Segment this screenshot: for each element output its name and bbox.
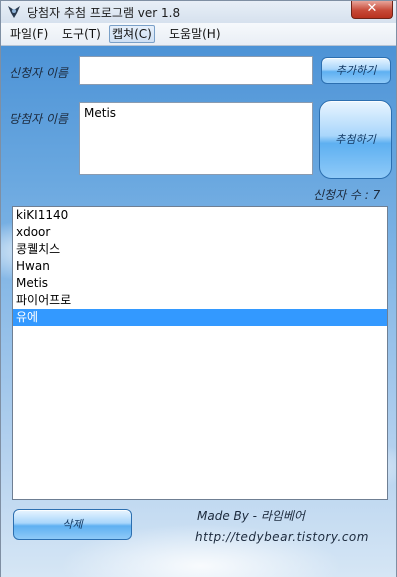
winner-name-box[interactable]: Metis bbox=[79, 102, 313, 175]
author-url[interactable]: http://tedybear.tistory.com bbox=[195, 530, 369, 544]
list-item-selected[interactable]: 유에 bbox=[13, 309, 387, 326]
list-item[interactable]: 파이어프로 bbox=[13, 292, 387, 309]
menu-help[interactable]: 도움말(H) bbox=[166, 26, 224, 42]
window-title: 당첨자 추첨 프로그램 ver 1.8 bbox=[27, 6, 181, 20]
applicant-name-input[interactable] bbox=[79, 56, 313, 85]
menu-tools[interactable]: 도구(T) bbox=[59, 26, 104, 42]
list-item[interactable]: Hwan bbox=[13, 258, 387, 275]
list-item[interactable]: kiKI1140 bbox=[13, 207, 387, 224]
menu-capture[interactable]: 캡쳐(C) bbox=[109, 25, 155, 43]
applicant-count: 신청자 수 : 7 bbox=[313, 188, 381, 202]
menu-file[interactable]: 파일(F) bbox=[7, 26, 51, 42]
title-bar[interactable]: 당첨자 추첨 프로그램 ver 1.8 ✕ bbox=[1, 1, 396, 23]
list-item[interactable]: xdoor bbox=[13, 224, 387, 241]
draw-button[interactable]: 추첨하기 bbox=[319, 100, 392, 179]
applicant-list[interactable]: kiKI1140 xdoor 콩퀠치스 Hwan Metis 파이어프로 유에 bbox=[12, 206, 388, 500]
close-icon: ✕ bbox=[366, 1, 378, 16]
applicant-name-label: 신청자 이름 bbox=[9, 66, 69, 80]
winner-name-label: 당첨자 이름 bbox=[9, 112, 69, 126]
delete-button[interactable]: 삭제 bbox=[13, 509, 132, 540]
client-area: 신청자 이름 추가하기 당첨자 이름 Metis 추첨하기 신청자 수 : 7 … bbox=[1, 46, 396, 577]
made-by-text: Made By - 라임베어 bbox=[197, 509, 305, 523]
list-item[interactable]: 콩퀠치스 bbox=[13, 241, 387, 258]
app-window: 당첨자 추첨 프로그램 ver 1.8 ✕ 파일(F) 도구(T) 캡쳐(C) … bbox=[0, 0, 397, 577]
menu-bar: 파일(F) 도구(T) 캡쳐(C) 도움말(H) bbox=[1, 23, 396, 46]
app-icon bbox=[8, 6, 20, 18]
list-item[interactable]: Metis bbox=[13, 275, 387, 292]
add-button[interactable]: 추가하기 bbox=[321, 57, 391, 84]
close-button[interactable]: ✕ bbox=[351, 1, 393, 19]
